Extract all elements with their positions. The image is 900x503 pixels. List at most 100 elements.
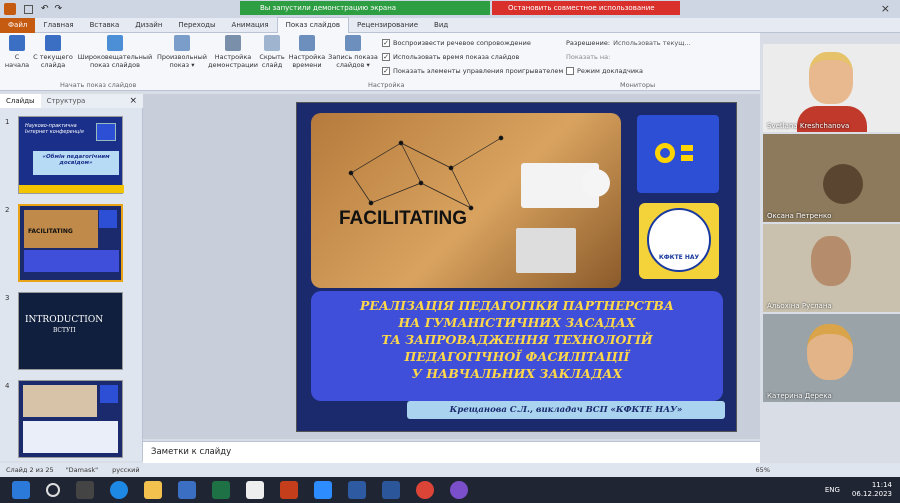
system-tray: ENG 11:14 06.12.2023 (825, 481, 892, 499)
notes-pane[interactable]: Заметки к слайду (143, 441, 760, 463)
logo-circle-icon (655, 143, 675, 163)
slide-author: Крещанова С.Л., викладач ВСП «КФКТЕ НАУ» (407, 401, 725, 419)
app-icon (4, 3, 16, 15)
save-icon[interactable] (24, 4, 33, 14)
close-window-button[interactable]: × (881, 2, 890, 15)
thumb-subtitle: «Обмін педагогічним досвідом» (33, 151, 119, 175)
tab-design[interactable]: Дизайн (127, 18, 170, 33)
slide-thumbnail-4[interactable] (18, 380, 123, 458)
record-show-button[interactable]: Запись показа слайдов ▾ (328, 35, 378, 69)
slides-panel: Слайды Структура × 1 Науково-практична І… (0, 94, 143, 461)
current-slide[interactable]: FACILITATING КФКТЕ НАУ РЕАЛІЗАЦІЯ ПЕДАГО… (296, 102, 737, 432)
powerpoint-icon[interactable] (280, 481, 298, 499)
logo-bar-icon (681, 155, 693, 161)
clock-date: 06.12.2023 (851, 490, 892, 498)
setup-show-button[interactable]: Настройка демонстрации (208, 35, 258, 69)
record-icon (345, 35, 361, 51)
taskbar-app-icon[interactable] (348, 481, 366, 499)
undo-icon[interactable]: ↶ (41, 4, 49, 14)
avatar (811, 236, 851, 286)
tab-transitions[interactable]: Переходы (170, 18, 223, 33)
tab-view[interactable]: Вид (426, 18, 456, 33)
thumb-footer-bar (19, 185, 124, 193)
broadcast-button[interactable]: Широковещательный показ слайдов (76, 35, 154, 69)
brand-logo (637, 115, 719, 193)
word-icon[interactable] (382, 481, 400, 499)
avatar (807, 324, 853, 380)
rehearse-timings-button[interactable]: Настройка времени (288, 35, 326, 69)
stop-share-button[interactable]: Остановить совместное использование (492, 1, 680, 15)
timings-checkbox[interactable]: ✓ Использовать время показа слайдов (382, 53, 519, 61)
thumb-photo (23, 385, 97, 417)
participant-name: Катерина Дерека (767, 392, 832, 400)
custom-show-button[interactable]: Произвольный показ ▾ (156, 35, 208, 69)
checkbox-box: ✓ (382, 53, 390, 61)
theme-name: "Damask" (65, 466, 99, 474)
participant-video[interactable]: Svetlana Kreshchanova (763, 44, 900, 132)
screen-share-banner: Вы запустили демонстрацию экрана (240, 1, 490, 15)
redo-icon[interactable]: ↷ (55, 4, 63, 14)
group-monitors: Мониторы (620, 81, 656, 89)
hide-slide-button[interactable]: Скрыть слайд (258, 35, 286, 69)
excel-icon[interactable] (212, 481, 230, 499)
taskbar: ENG 11:14 06.12.2023 (0, 477, 900, 503)
stop-share-label: Остановить совместное использование (508, 4, 655, 12)
taskbar-app-icon[interactable] (178, 481, 196, 499)
participant-video[interactable]: Катерина Дерека (763, 314, 900, 402)
slide-title-line: У НАВЧАЛЬНИХ ЗАКЛАДАХ (411, 366, 623, 381)
slide-thumbnail-3[interactable]: INTRODUCTION ВСТУП (18, 292, 123, 370)
close-panel-icon[interactable]: × (129, 96, 137, 106)
checkbox-box: ✓ (382, 39, 390, 47)
search-icon[interactable] (46, 483, 60, 497)
viber-icon[interactable] (450, 481, 468, 499)
slideshow-icon (9, 35, 25, 51)
tab-insert[interactable]: Вставка (82, 18, 128, 33)
tab-home[interactable]: Главная (35, 18, 81, 33)
participant-name: Svetlana Kreshchanova (767, 122, 850, 130)
tab-slideshow[interactable]: Показ слайдов (276, 17, 349, 33)
presenter-view-checkbox[interactable]: Режим докладчика (566, 67, 643, 75)
tab-review[interactable]: Рецензирование (349, 18, 426, 33)
participant-video[interactable]: Альохіна Руслана (763, 224, 900, 312)
screen-share-label: Вы запустили демонстрацию экрана (260, 4, 397, 12)
chrome-icon[interactable] (416, 481, 434, 499)
seal-text: КФКТЕ НАУ (647, 208, 711, 272)
tab-file[interactable]: Файл (0, 17, 36, 33)
clock[interactable]: 11:14 06.12.2023 (852, 481, 892, 499)
custom-show-icon (174, 35, 190, 51)
facilitating-label: FACILITATING (339, 208, 468, 229)
status-bar: Слайд 2 из 25 "Damask" русский 65% (0, 463, 900, 477)
keyboard-language[interactable]: ENG (825, 486, 840, 494)
narration-checkbox[interactable]: ✓ Воспроизвести речевое сопровождение (382, 39, 531, 47)
setup-icon (225, 35, 241, 51)
windows-start-icon[interactable] (12, 481, 30, 499)
slide-title-line: НА ГУМАНІСТИЧНИХ ЗАСАДАХ (398, 315, 636, 330)
file-explorer-icon[interactable] (144, 481, 162, 499)
slide-thumbnail-1[interactable]: Науково-практична Інтернет конференція «… (18, 116, 124, 194)
logo-bar-icon (681, 145, 693, 151)
slide-photo: FACILITATING (311, 113, 621, 288)
language-indicator[interactable]: русский (112, 466, 140, 474)
edge-icon[interactable] (110, 481, 128, 499)
thumb-title: Науково-практична Інтернет конференція (25, 123, 84, 135)
zoom-level[interactable]: 65% (756, 466, 770, 474)
hide-slide-icon (264, 35, 280, 51)
resolution-select[interactable]: Разрешение: Использовать текущ... (566, 39, 691, 47)
group-setup: Настройка (368, 81, 405, 89)
thumb-logo (96, 123, 116, 141)
network-graphic (348, 135, 610, 273)
tab-slides[interactable]: Слайды (0, 94, 41, 108)
slide-number: 4 (5, 382, 10, 390)
media-controls-checkbox[interactable]: ✓ Показать элементы управления проигрыват… (382, 67, 563, 75)
from-current-button[interactable]: С текущего слайда (32, 35, 74, 69)
participant-video[interactable]: Оксана Петренко (763, 134, 900, 222)
title-bar: ↶ ↷ Вы запустили демонстрацию экрана Ост… (0, 0, 900, 18)
zoom-icon[interactable] (314, 481, 332, 499)
taskbar-app-icon[interactable] (246, 481, 264, 499)
tab-outline[interactable]: Структура (41, 97, 92, 105)
task-view-icon[interactable] (76, 481, 94, 499)
from-beginning-button[interactable]: С начала (4, 35, 30, 69)
slide-thumbnail-2[interactable]: FACILITATING (18, 204, 123, 282)
tab-animation[interactable]: Анимация (224, 18, 277, 33)
show-on-select[interactable]: Показать на: (566, 53, 610, 61)
